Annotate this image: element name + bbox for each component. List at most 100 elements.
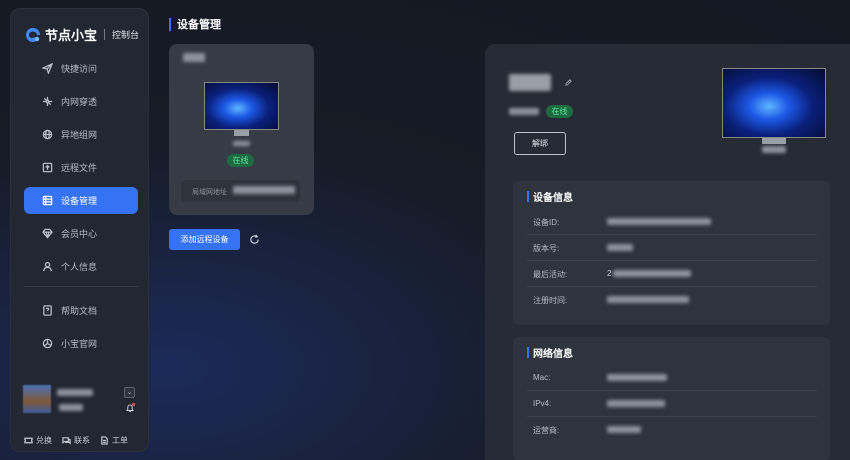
refresh-icon[interactable] [249, 234, 260, 245]
sidebar-item-official-website[interactable]: 小宝官网 [24, 330, 138, 357]
send-icon [42, 63, 53, 74]
user-icon [43, 261, 52, 272]
chat-icon [62, 437, 71, 445]
bell-icon[interactable] [125, 403, 135, 413]
unbind-button[interactable]: 解绑 [514, 132, 566, 155]
last-active-value: 2 [607, 269, 612, 278]
website-icon [42, 338, 53, 349]
ipv4-redacted [607, 400, 665, 407]
sidebar-item-label: 个人信息 [61, 262, 98, 272]
info-row-isp: 运营商: [527, 417, 817, 443]
last-active-redacted [613, 270, 691, 277]
ticket-icon [24, 437, 33, 444]
network-info-section: 网络信息 Mac: IPv4: 运营商: [513, 337, 830, 460]
info-row-key: 设备ID: [533, 218, 560, 227]
avatar[interactable] [23, 385, 51, 413]
isp-redacted [607, 426, 641, 433]
register-time-redacted [607, 296, 689, 303]
title-accent-bar [169, 17, 171, 31]
redeem-label: 兑换 [36, 436, 52, 445]
contact-label: 联系 [74, 436, 90, 445]
info-row-key: 运营商: [533, 426, 560, 435]
upload-file-icon [42, 162, 53, 173]
sidebar-item-personal-info[interactable]: 个人信息 [24, 253, 138, 280]
device-model-redacted [233, 141, 250, 146]
device-id-redacted [607, 218, 711, 225]
info-row-key: 最后活动: [533, 270, 568, 279]
lan-address-redacted [233, 186, 295, 194]
sidebar-item-label: 会员中心 [61, 229, 98, 239]
sidebar-item-label: 快捷访问 [61, 64, 98, 74]
device-name-redacted [183, 53, 205, 62]
info-row-key: 注册时间: [533, 296, 568, 305]
info-row-device-id: 设备ID: [527, 209, 817, 235]
detail-model-redacted [762, 146, 786, 153]
info-row-mac: Mac: [527, 365, 817, 391]
sidebar: 节点小宝 控制台 快捷访问 内网穿透 异地组网 远程文件 设备管理 会员中心 个… [10, 8, 149, 452]
edit-icon[interactable] [564, 78, 573, 87]
info-row-key: Mac: [533, 373, 551, 382]
brand-name: 节点小宝 [45, 28, 98, 43]
document-icon [101, 436, 108, 445]
sidebar-item-label: 异地组网 [61, 130, 98, 140]
sidebar-item-remote-networking[interactable]: 异地组网 [24, 121, 138, 148]
device-info-title: 设备信息 [527, 189, 573, 204]
info-row-ipv4: IPv4: [527, 391, 817, 417]
info-row-last-active: 最后活动: 2 [527, 261, 817, 287]
ticket-link[interactable]: 工单 [100, 435, 128, 446]
detail-device-type-redacted [509, 108, 539, 115]
sidebar-item-member-center[interactable]: 会员中心 [24, 220, 138, 247]
diamond-icon [42, 228, 53, 239]
sidebar-item-remote-files[interactable]: 远程文件 [24, 154, 138, 181]
network-icon [42, 96, 53, 107]
info-row-key: IPv4: [533, 399, 552, 408]
sidebar-item-label: 内网穿透 [61, 97, 98, 107]
device-info-section: 设备信息 设备ID: 版本号: 最后活动: 2 注册时间: [513, 181, 830, 325]
sidebar-nav: 快捷访问 内网穿透 异地组网 远程文件 设备管理 会员中心 个人信息 帮助文档 … [24, 55, 138, 363]
detail-status-badge: 在线 [546, 105, 573, 118]
brand[interactable]: 节点小宝 控制台 [25, 25, 139, 44]
windows-wallpaper [205, 83, 278, 129]
brand-subtitle: 控制台 [112, 30, 140, 40]
contact-link[interactable]: 联系 [62, 435, 90, 446]
redeem-link[interactable]: 兑换 [24, 435, 52, 446]
sidebar-item-quick-access[interactable]: 快捷访问 [24, 55, 138, 82]
lan-address-label: 局域网地址 [192, 189, 227, 196]
page-title: 设备管理 [169, 16, 221, 32]
network-info-title: 网络信息 [527, 345, 573, 360]
device-icon [42, 195, 53, 206]
sidebar-item-intranet-penetration[interactable]: 内网穿透 [24, 88, 138, 115]
section-accent-bar [527, 347, 529, 358]
device-info-title-text: 设备信息 [533, 193, 573, 204]
footer-links: 兑换 联系 工单 [24, 435, 128, 446]
chevron-down-icon[interactable]: ⌄ [124, 387, 135, 398]
device-detail-panel: 在线 解绑 设备信息 设备ID: 版本号: 最后活动: 2 注册时间: 网络信息… [485, 44, 850, 460]
page-title-text: 设备管理 [177, 19, 221, 31]
sidebar-item-label: 小宝官网 [61, 339, 98, 349]
sidebar-item-help-docs[interactable]: 帮助文档 [24, 297, 138, 324]
info-row-version: 版本号: [527, 235, 817, 261]
brand-logo-icon [26, 27, 40, 42]
add-remote-device-button[interactable]: 添加远程设备 [169, 229, 240, 250]
detail-monitor-image [722, 68, 826, 158]
network-info-title-text: 网络信息 [533, 349, 573, 360]
lan-address-box: 局域网地址 [181, 180, 300, 202]
ticket-label: 工单 [112, 436, 128, 445]
detail-device-name-redacted [509, 74, 551, 91]
sidebar-item-label: 帮助文档 [61, 306, 98, 316]
device-card[interactable]: 在线 局域网地址 [169, 44, 314, 215]
brand-separator [104, 29, 106, 40]
user-panel[interactable]: ⌄ [23, 385, 139, 419]
globe-icon [42, 129, 53, 140]
sidebar-divider [24, 286, 138, 287]
version-redacted [607, 244, 633, 251]
user-name-redacted [57, 389, 93, 396]
help-doc-icon [43, 305, 52, 316]
sidebar-item-device-management[interactable]: 设备管理 [24, 187, 138, 214]
user-id-redacted [59, 404, 83, 411]
info-row-register-time: 注册时间: [527, 287, 817, 313]
status-badge: 在线 [227, 154, 254, 167]
windows-wallpaper [723, 69, 825, 137]
info-row-key: 版本号: [533, 244, 560, 253]
mac-redacted [607, 374, 667, 381]
